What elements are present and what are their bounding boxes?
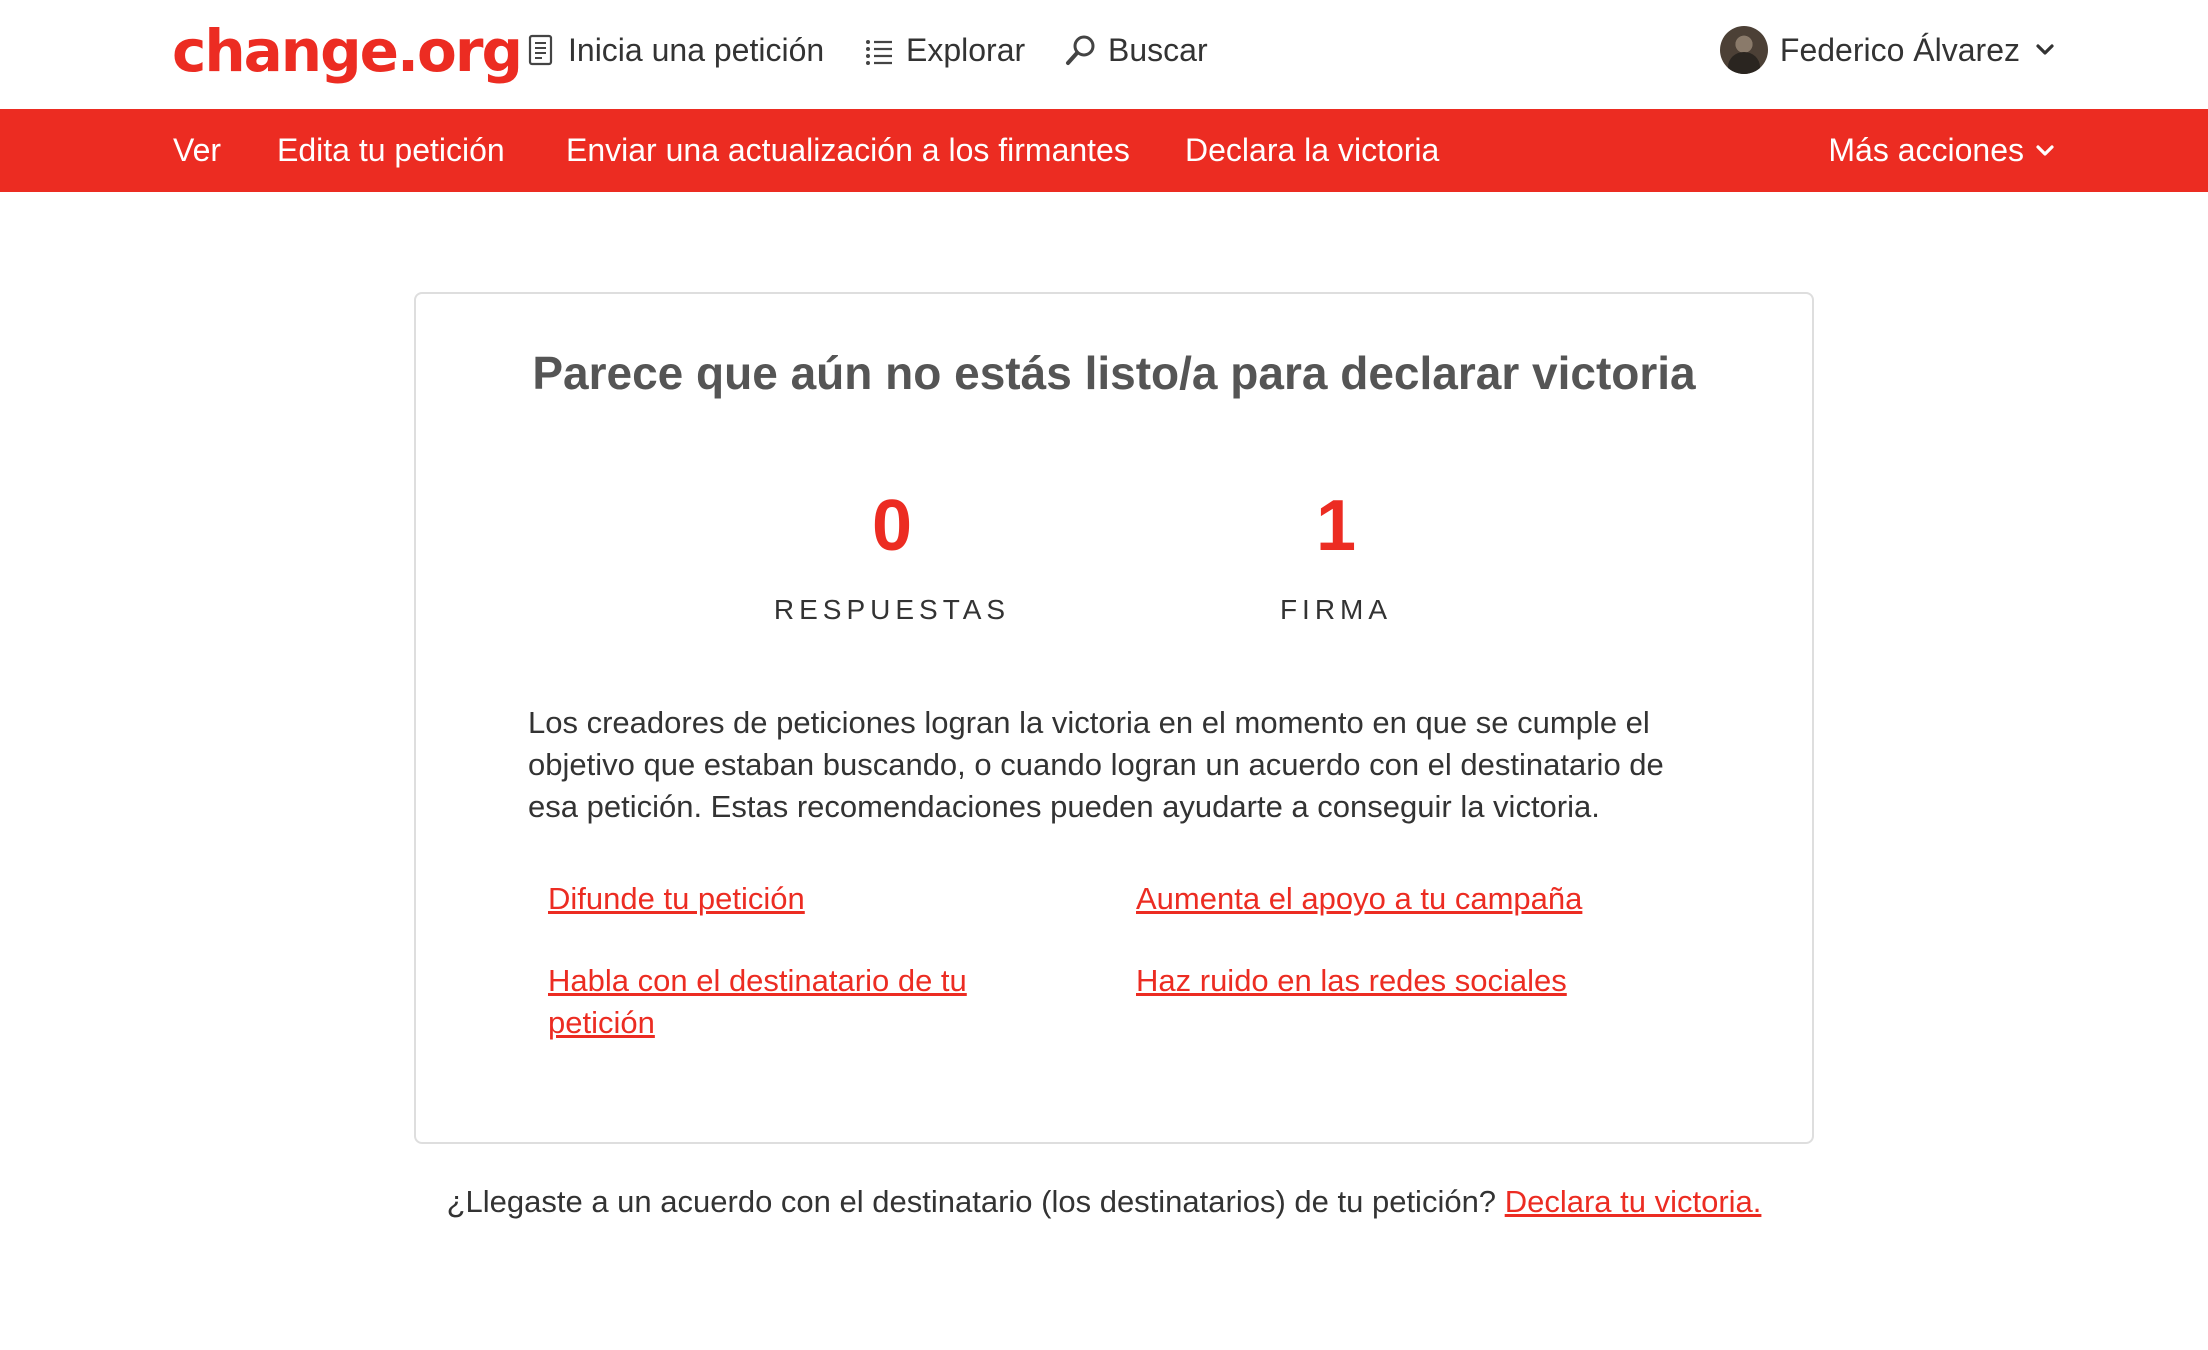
document-icon xyxy=(528,34,553,66)
link-increase-support[interactable]: Aumenta el apoyo a tu campaña xyxy=(1136,878,1696,920)
signatures-label: FIRMA xyxy=(1279,594,1393,625)
action-declare-victory[interactable]: Declara la victoria xyxy=(1185,109,1439,192)
stat-responses: 0 RESPUESTAS xyxy=(722,486,1062,626)
victory-status-card: Parece que aún no estás listo/a para dec… xyxy=(414,292,1814,1144)
nav-search-label: Buscar xyxy=(1108,31,1208,68)
link-social-media[interactable]: Haz ruido en las redes sociales xyxy=(1136,960,1696,1002)
nav-explore[interactable]: Explorar xyxy=(862,26,1025,74)
link-talk-to-decision-maker[interactable]: Habla con el destinatario de tu petición xyxy=(548,960,1028,1044)
declare-victory-prompt: ¿Llegaste a un acuerdo con el destinatar… xyxy=(0,1184,2208,1220)
stat-signatures: 1 FIRMA xyxy=(1166,486,1506,626)
search-icon xyxy=(1066,35,1095,65)
signatures-count: 1 xyxy=(1315,486,1357,566)
link-spread-petition[interactable]: Difunde tu petición xyxy=(548,878,1028,920)
declare-victory-link[interactable]: Declara tu victoria. xyxy=(1505,1184,1762,1219)
card-title: Parece que aún no estás listo/a para dec… xyxy=(532,347,1696,399)
action-edit-petition[interactable]: Edita tu petición xyxy=(277,109,505,192)
declare-victory-question: ¿Llegaste a un acuerdo con el destinatar… xyxy=(446,1184,1497,1219)
user-menu[interactable]: Federico Álvarez xyxy=(1719,24,2056,76)
more-actions-label: Más acciones xyxy=(1828,132,2024,168)
victory-description: Los creadores de peticiones logran la vi… xyxy=(528,705,1664,824)
more-actions-button[interactable]: Más acciones xyxy=(1828,109,2056,192)
nav-start-petition-label: Inicia una petición xyxy=(568,31,825,68)
chevron-down-icon xyxy=(2036,144,2054,156)
action-send-update[interactable]: Enviar una actualización a los firmantes xyxy=(566,109,1130,192)
list-icon xyxy=(866,40,892,65)
responses-count: 0 xyxy=(871,486,913,566)
user-name: Federico Álvarez xyxy=(1779,31,2020,68)
chevron-down-icon xyxy=(2036,44,2054,55)
action-view[interactable]: Ver xyxy=(173,109,221,192)
nav-explore-label: Explorar xyxy=(906,31,1026,68)
change-org-logo[interactable]: change.org xyxy=(172,10,523,92)
petition-action-bar: Ver Edita tu petición Enviar una actuali… xyxy=(0,109,2208,192)
responses-label: RESPUESTAS xyxy=(773,594,1011,625)
avatar xyxy=(1719,26,1768,74)
nav-search[interactable]: Buscar xyxy=(1064,26,1208,74)
top-header: change.org Inicia una petición Explorar … xyxy=(0,0,2208,108)
nav-start-petition[interactable]: Inicia una petición xyxy=(524,26,824,74)
